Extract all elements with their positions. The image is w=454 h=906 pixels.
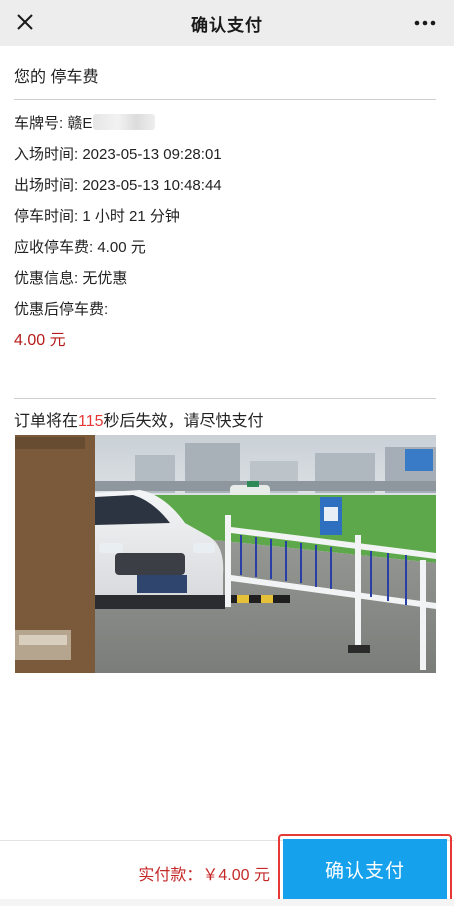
fee-value: 4.00 元: [97, 239, 146, 256]
countdown-prefix: 订单将在: [14, 413, 79, 430]
fee-details: 车牌号: 赣E 入场时间: 2023-05-13 09:28:01 出场时间: …: [14, 100, 436, 357]
fee-after-label: 优惠后停车费:: [14, 301, 109, 318]
plate-mask: [93, 114, 156, 130]
fee-row: 应收停车费: 4.00 元: [14, 232, 436, 263]
paid-value: ￥4.00 元: [202, 867, 270, 884]
paid-amount: 实付款：￥4.00 元: [138, 861, 270, 885]
plate-value: 赣E: [67, 115, 93, 132]
more-icon[interactable]: [410, 9, 440, 37]
plate-label: 车牌号:: [14, 115, 68, 132]
discount-label: 优惠信息:: [14, 270, 83, 287]
entry-time-row: 入场时间: 2023-05-13 09:28:01: [14, 139, 436, 170]
discount-row: 优惠信息: 无优惠: [14, 263, 436, 294]
countdown-suffix: 秒后失效，请尽快支付: [103, 413, 264, 430]
duration-value: 1 小时 21 分钟: [82, 208, 180, 225]
entry-time-value: 2023-05-13 09:28:01: [82, 146, 222, 163]
exit-time-row: 出场时间: 2023-05-13 10:48:44: [14, 170, 436, 201]
section-title: 您的 停车费: [14, 46, 436, 100]
page-title: 确认支付: [191, 15, 263, 35]
bottom-strip: [0, 899, 454, 906]
duration-label: 停车时间:: [14, 208, 83, 225]
confirm-pay-button[interactable]: 确认支付: [283, 839, 447, 899]
close-icon[interactable]: [10, 7, 40, 37]
exit-time-label: 出场时间:: [14, 177, 83, 194]
parking-fee-card: 您的 停车费 车牌号: 赣E 入场时间: 2023-05-13 09:28:01…: [14, 46, 436, 441]
fee-label: 应收停车费:: [14, 239, 98, 256]
plate-row: 车牌号: 赣E: [14, 108, 436, 139]
duration-row: 停车时间: 1 小时 21 分钟: [14, 201, 436, 232]
paid-label: 实付款：: [138, 867, 203, 884]
pay-bar: 实付款：￥4.00 元 确认支付: [0, 834, 454, 906]
entry-time-label: 入场时间:: [14, 146, 83, 163]
exit-time-value: 2023-05-13 10:48:44: [82, 177, 222, 194]
exit-camera-photo: [15, 435, 436, 673]
countdown-seconds: 115: [78, 413, 104, 430]
fee-after-value: 4.00 元: [14, 332, 66, 349]
discount-value: 无优惠: [82, 270, 128, 287]
nav-bar: 确认支付: [0, 0, 454, 46]
